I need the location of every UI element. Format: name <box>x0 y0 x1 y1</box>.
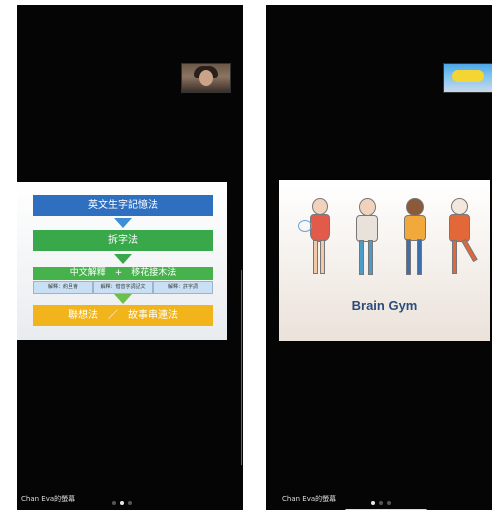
motion-swirl <box>298 220 312 232</box>
figure-leg <box>417 239 422 275</box>
slide-box-method-1: 拆字法 <box>33 230 213 251</box>
figure-leg <box>320 240 325 274</box>
slide-sub-box: 解釋：約旦會 <box>33 281 93 294</box>
participant-face <box>199 70 213 86</box>
slide-sub-box: 解釋：許字詞 <box>153 281 213 294</box>
shared-slide: Brain Gym <box>279 180 490 341</box>
phone-screen-right: Brain Gym Chan Eva的螢幕 <box>266 5 492 510</box>
page-dot-active[interactable] <box>371 501 375 505</box>
slide-sub-box: 解釋：借音字詞記文 <box>93 281 153 294</box>
slide-box-title: 英文生字記憶法 <box>33 195 213 216</box>
slide-title: Brain Gym <box>351 298 418 313</box>
page-dot[interactable] <box>379 501 383 505</box>
down-arrow-icon <box>114 294 132 304</box>
figure-leg <box>406 239 411 275</box>
page-dot[interactable] <box>112 501 116 505</box>
figure-leg <box>461 238 478 263</box>
figure-body <box>449 214 470 242</box>
home-indicator[interactable] <box>345 509 427 510</box>
figure-head <box>359 198 376 216</box>
page-dot[interactable] <box>128 501 132 505</box>
figure-head <box>451 198 468 215</box>
figure-leg <box>359 240 364 275</box>
slide-box-method-3: 聯想法 ／ 故事串連法 <box>33 305 213 326</box>
video-thumbnail[interactable] <box>443 63 492 93</box>
thumbnail-banner <box>452 70 484 82</box>
figure-body <box>404 215 426 241</box>
page-dot[interactable] <box>387 501 391 505</box>
figure-leg <box>452 240 457 274</box>
figure-body <box>310 214 330 242</box>
divider-line <box>241 270 242 465</box>
slide-box-method-2: 中文解釋 + 移花接木法 <box>33 267 213 280</box>
page-dot-active[interactable] <box>120 501 124 505</box>
figure-leg <box>313 240 318 274</box>
figure-leg <box>368 240 373 275</box>
figure-body <box>356 215 378 242</box>
screen-share-caption: Chan Eva的螢幕 <box>21 495 76 503</box>
page-indicator[interactable] <box>369 501 393 507</box>
phone-screen-left: 英文生字記憶法 拆字法 中文解釋 + 移花接木法 解釋：約旦會 解釋：借音字詞記… <box>17 5 243 510</box>
down-arrow-icon <box>114 218 132 228</box>
video-thumbnail[interactable] <box>181 63 231 93</box>
shared-slide: 英文生字記憶法 拆字法 中文解釋 + 移花接木法 解釋：約旦會 解釋：借音字詞記… <box>17 182 227 340</box>
figure-head <box>406 198 424 216</box>
down-arrow-icon <box>114 254 132 264</box>
figure-head <box>312 198 328 215</box>
screen-share-caption: Chan Eva的螢幕 <box>282 495 337 503</box>
page-indicator[interactable] <box>110 501 134 507</box>
